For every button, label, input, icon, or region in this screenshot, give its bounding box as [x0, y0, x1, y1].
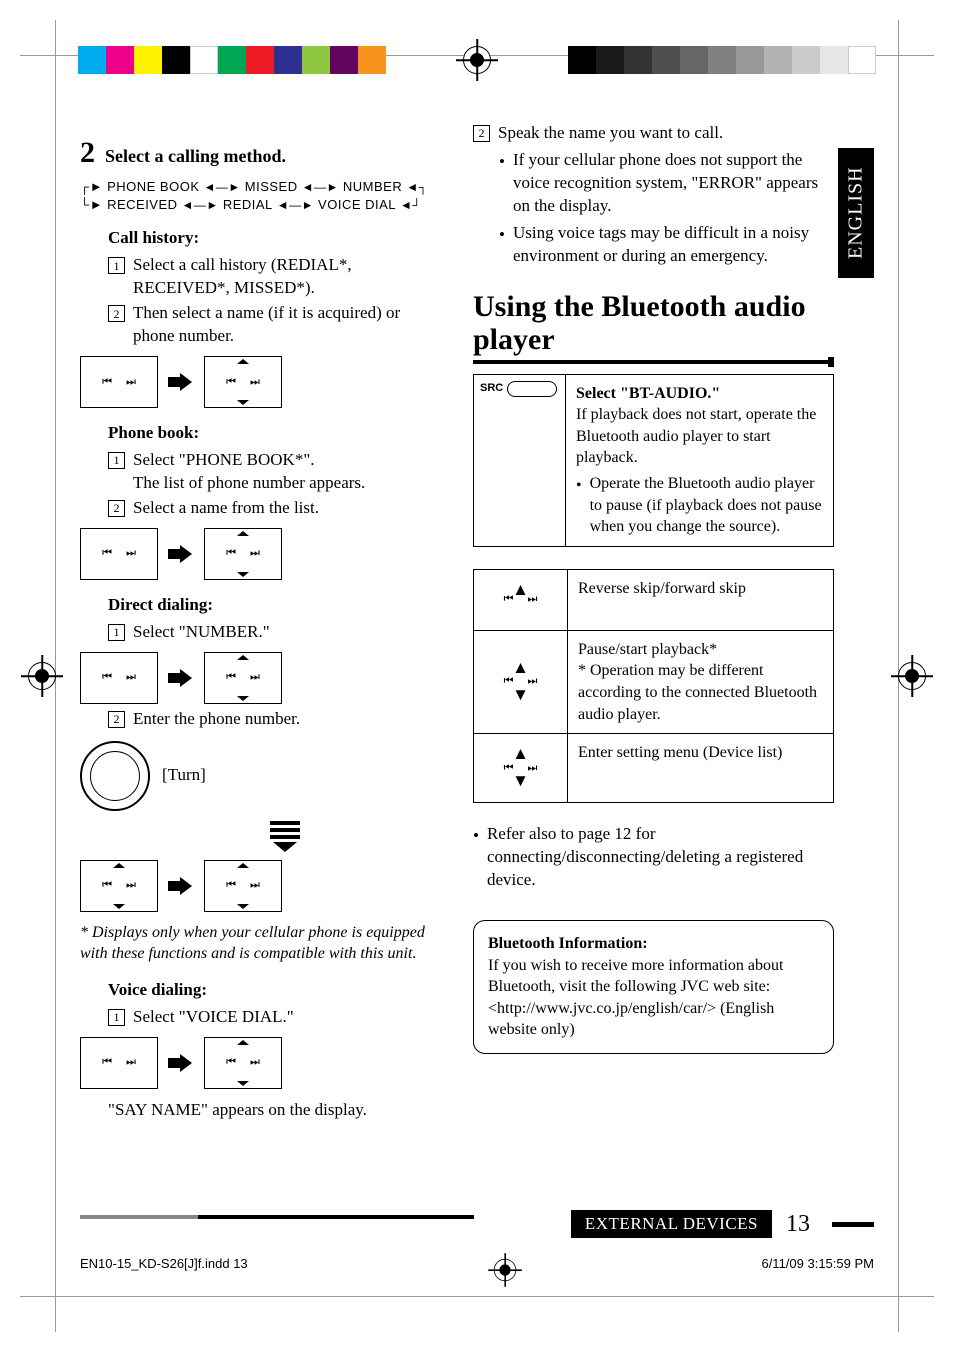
registration-mark-icon	[463, 46, 491, 74]
phone-book-title: Phone book:	[108, 422, 441, 445]
section-rule	[473, 360, 834, 364]
right-bullet-2: Using voice tags may be difficult in a n…	[513, 222, 834, 268]
control-button-icon: ⏮ ⏭	[204, 860, 282, 912]
phone-book-item2: Select a name from the list.	[133, 497, 319, 520]
flow-diagram: ┌►PHONE BOOK ◄―►MISSED ◄―►NUMBER ◄┐ └►RE…	[80, 178, 441, 213]
step-title: Select a calling method.	[105, 138, 286, 168]
page-content: 2 Select a calling method. ┌►PHONE BOOK …	[80, 120, 874, 1242]
arrow-icon	[168, 877, 194, 895]
arrow-icon	[168, 373, 194, 391]
page-number: 13	[772, 1211, 824, 1238]
right-item2: Speak the name you want to call.	[498, 122, 723, 145]
control-button-icon: ⏮ ⏭	[204, 528, 282, 580]
print-date: 6/11/09 3:15:59 PM	[761, 1256, 874, 1284]
list-number-2: 2	[108, 305, 125, 322]
src-label: SRC	[480, 381, 503, 396]
ctrl-desc-3: Enter setting menu (Device list)	[568, 734, 833, 802]
control-button-icon: ⏮ ⏭	[204, 652, 282, 704]
control-button-icon: ⏮ ⏭	[80, 356, 158, 408]
direct-item2: Enter the phone number.	[133, 708, 300, 731]
refer-note: Refer also to page 12 for connecting/dis…	[487, 823, 834, 892]
right-column: 2Speak the name you want to call. •If yo…	[473, 120, 874, 1242]
bluetooth-info-box: Bluetooth Information: If you wish to re…	[473, 920, 834, 1054]
arrow-icon	[168, 669, 194, 687]
call-history-item2: Then select a name (if it is acquired) o…	[133, 302, 441, 348]
turn-label: [Turn]	[162, 764, 206, 787]
info-body: If you wish to receive more information …	[488, 955, 819, 1041]
direct-dial-title: Direct dialing:	[108, 594, 441, 617]
voice-note: "SAY NAME" appears on the display.	[108, 1099, 441, 1122]
control-button-icon: ⏮ ⏭	[80, 860, 158, 912]
down-arrow-icon	[128, 821, 441, 852]
print-file: EN10-15_KD-S26[J]f.indd 13	[80, 1256, 248, 1284]
control-button-icon: ⏮ ⏭	[80, 1037, 158, 1089]
info-title: Bluetooth Information:	[488, 933, 819, 955]
print-marks-top	[0, 30, 954, 90]
step-number: 2	[80, 138, 95, 168]
menu-button-icon: ⏮⏭▲▼	[487, 742, 555, 794]
call-history-item1: Select a call history (REDIAL*, RECEIVED…	[133, 254, 441, 300]
footer-tick	[832, 1222, 874, 1227]
footer-bar: EXTERNAL DEVICES 13	[571, 1210, 874, 1238]
src-button-icon	[507, 381, 557, 397]
arrow-icon	[168, 1054, 194, 1072]
ctrl-desc-2b: * Operation may be different according t…	[578, 660, 823, 725]
bt-audio-p1: If playback does not start, operate the …	[576, 404, 823, 469]
ctrl-desc-2a: Pause/start playback*	[578, 639, 823, 661]
phone-book-item1b: The list of phone number appears.	[133, 473, 365, 492]
direct-item1: Select "NUMBER."	[133, 621, 270, 644]
registration-mark-right	[898, 662, 926, 690]
crop-line-bottom	[20, 1296, 934, 1297]
call-history-title: Call history:	[108, 227, 441, 250]
ctrl-desc-1: Reverse skip/forward skip	[568, 570, 833, 630]
right-bullet-1: If your cellular phone does not support …	[513, 149, 834, 218]
voice-dial-title: Voice dialing:	[108, 979, 441, 1002]
knob-icon	[80, 741, 150, 811]
control-button-icon: ⏮ ⏭	[80, 528, 158, 580]
footnote: * Displays only when your cellular phone…	[80, 922, 441, 965]
control-button-icon: ⏮ ⏭	[80, 652, 158, 704]
control-button-icon: ⏮ ⏭	[204, 1037, 282, 1089]
bt-audio-b1: Operate the Bluetooth audio player to pa…	[590, 473, 823, 538]
footer-section: EXTERNAL DEVICES	[571, 1210, 772, 1238]
skip-button-icon: ⏮⏭▲	[487, 578, 555, 622]
bt-audio-title: Select "BT-AUDIO."	[576, 383, 823, 405]
list-number-1: 1	[108, 257, 125, 274]
registration-mark-left	[28, 662, 56, 690]
arrow-icon	[168, 545, 194, 563]
footer-rule	[80, 1215, 474, 1219]
control-table: ⏮⏭▲ Reverse skip/forward skip ⏮⏭▲▼ Pause…	[473, 569, 834, 803]
registration-mark-icon	[493, 1259, 515, 1281]
phone-book-item1a: Select "PHONE BOOK*".	[133, 450, 315, 469]
src-table: SRC Select "BT-AUDIO." If playback does …	[473, 374, 834, 547]
section-heading: Using the Bluetooth audio player	[473, 290, 834, 356]
control-button-icon: ⏮ ⏭	[204, 356, 282, 408]
voice-item1: Select "VOICE DIAL."	[133, 1006, 294, 1029]
left-column: 2 Select a calling method. ┌►PHONE BOOK …	[80, 120, 441, 1242]
play-pause-button-icon: ⏮⏭▲▼	[487, 656, 555, 708]
print-info: EN10-15_KD-S26[J]f.indd 13 6/11/09 3:15:…	[80, 1256, 874, 1284]
